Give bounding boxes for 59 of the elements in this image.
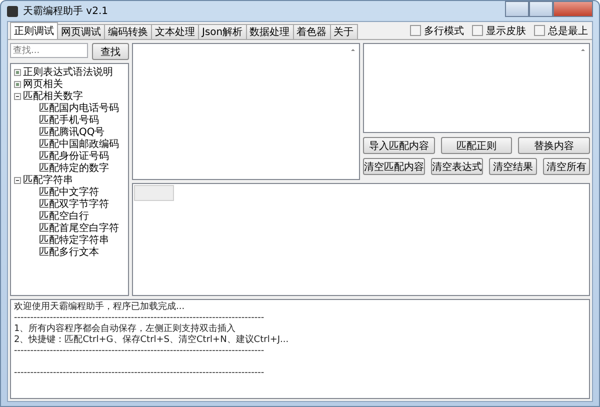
checkbox-label: 显示皮肤 [486, 24, 526, 38]
expand-icon[interactable] [14, 80, 21, 88]
tree-item[interactable]: 匹配空白行 [39, 209, 89, 223]
tree-item[interactable]: 匹配首尾空白字符 [39, 221, 119, 235]
expand-icon[interactable] [14, 68, 21, 76]
checkbox-label: 总是最上 [548, 24, 588, 38]
tree-item[interactable]: 匹配特定字符串 [39, 233, 109, 247]
tab[interactable]: 数据处理 [246, 24, 294, 39]
grid-header-cell [134, 185, 174, 201]
tab[interactable]: 网页调试 [57, 24, 105, 39]
app-icon [7, 6, 18, 16]
tab[interactable]: 编码转换 [104, 24, 152, 39]
close-button[interactable] [553, 1, 593, 17]
tree-item[interactable]: 匹配身份证号码 [39, 149, 109, 163]
log-line: 欢迎使用天霸编程助手，程序已加载完成... [14, 302, 186, 313]
scroll-up-icon[interactable] [349, 46, 357, 54]
action-button[interactable]: 匹配正则 [440, 137, 512, 154]
tree-item[interactable]: 匹配相关数字 [23, 89, 83, 103]
tree-item[interactable]: 匹配腾讯QQ号 [39, 125, 105, 139]
action-button[interactable]: 清空结果 [489, 158, 536, 175]
search-field[interactable]: 查找... [10, 43, 88, 58]
tab[interactable]: Json解析 [198, 24, 247, 39]
log-line: ----------------------------------------------------------------------------- [14, 346, 266, 357]
tree-item[interactable]: 匹配中文字符 [39, 185, 99, 199]
log-line: 2、快捷键：匹配Ctrl+G、保存Ctrl+S、清空Ctrl+N、建议Ctrl+J... [14, 335, 290, 346]
log-line: ----------------------------------------------------------------------------- [14, 313, 266, 324]
tab[interactable]: 文本处理 [151, 24, 199, 39]
regex-textarea[interactable] [363, 43, 590, 133]
window-title: 天霸编程助手 v2.1 [23, 4, 108, 18]
checkbox-label: 多行模式 [424, 24, 464, 38]
checkbox[interactable] [410, 25, 421, 36]
tree-item[interactable]: 匹配双字节字符 [39, 197, 109, 211]
tab[interactable]: 关于 [330, 24, 358, 39]
action-button[interactable]: 清空匹配内容 [363, 158, 425, 175]
tab[interactable]: 着色器 [292, 24, 331, 39]
action-button[interactable]: 清空所有 [542, 158, 590, 175]
action-button[interactable]: 替换内容 [518, 137, 590, 154]
maximize-button[interactable] [529, 1, 553, 17]
tree-item[interactable]: 匹配中国邮政编码 [39, 137, 119, 151]
scroll-up-icon[interactable] [579, 46, 587, 54]
minimize-button[interactable] [505, 1, 529, 17]
tree-item[interactable]: 匹配特定的数字 [39, 161, 109, 175]
tree-item[interactable]: 网页相关 [23, 77, 63, 91]
log-line: ----------------------------------------------------------------------------- [14, 368, 266, 379]
tree-item[interactable]: 匹配字符串 [23, 173, 73, 187]
content-textarea[interactable] [132, 43, 360, 180]
checkbox[interactable] [472, 25, 483, 36]
collapse-icon[interactable] [14, 176, 21, 184]
tree-item[interactable]: 匹配手机号码 [39, 113, 99, 127]
action-button[interactable]: 清空表达式 [431, 158, 483, 175]
collapse-icon[interactable] [14, 92, 21, 100]
search-button[interactable]: 查找 [92, 43, 129, 60]
tab[interactable]: 正则调试 [10, 22, 58, 39]
checkbox[interactable] [534, 25, 545, 36]
log-line: 1、所有内容程序都会自动保存，左侧正则支持双击插入 [14, 324, 237, 334]
tree-item[interactable]: 匹配多行文本 [39, 245, 99, 259]
tree-item[interactable]: 正则表达式语法说明 [23, 65, 113, 79]
tree-item[interactable]: 匹配国内电话号码 [39, 101, 119, 115]
action-button[interactable]: 导入匹配内容 [363, 137, 435, 154]
